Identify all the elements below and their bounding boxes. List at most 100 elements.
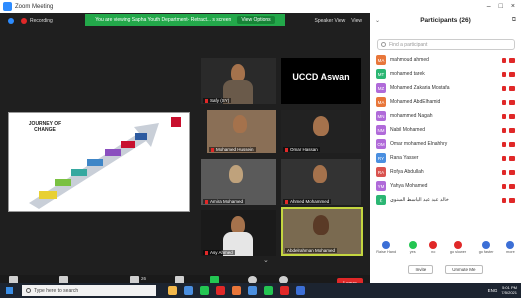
reaction-label: go faster xyxy=(478,250,494,254)
windows-start-icon[interactable] xyxy=(6,287,13,294)
participant-row[interactable]: NM Nabil Mohamed xyxy=(370,123,521,137)
taskbar-app-icon[interactable] xyxy=(184,286,193,295)
participant-row[interactable]: RY Rana Yasser xyxy=(370,151,521,165)
video-off-icon xyxy=(509,85,515,91)
title-bar: Zoom Meeting – □ × xyxy=(0,0,521,13)
language-indicator[interactable]: ENG xyxy=(488,288,498,293)
tile-name: Safy (SY) xyxy=(203,98,232,103)
avatar: MA xyxy=(376,97,386,107)
reaction-button[interactable]: yes xyxy=(408,241,417,254)
view-options-button[interactable]: View Options xyxy=(237,16,275,24)
participants-panel: ⌄ Participants (26) ⧉ Find a participant… xyxy=(370,13,521,283)
taskbar-app-icon[interactable] xyxy=(168,286,177,295)
video-tile[interactable]: Omar Hassan xyxy=(281,110,361,153)
reaction-icon xyxy=(382,241,391,249)
video-tile[interactable]: UCCD Aswan xyxy=(281,58,361,104)
panel-title: Participants (26) xyxy=(420,17,471,24)
microphone-muted-icon xyxy=(502,113,506,119)
taskbar-app-icon[interactable] xyxy=(280,286,289,295)
clock[interactable]: 5:01 PM 7/5/2021 xyxy=(501,285,517,295)
meeting-area: You are viewing Sapha Youth Department- … xyxy=(0,13,370,296)
video-tile[interactable]: Mohamed Hussein xyxy=(207,110,276,153)
participant-status-icons xyxy=(502,99,515,105)
participant-status-icons xyxy=(502,169,515,175)
speaker-view-button[interactable]: Speaker View xyxy=(314,18,345,24)
microphone-muted-icon xyxy=(502,99,506,105)
participant-face xyxy=(313,116,329,136)
video-tile[interactable]: Amira Mohamed xyxy=(201,159,276,205)
video-tile-active-speaker[interactable]: Abdelrahman Mohamed xyxy=(281,207,363,256)
maximize-icon[interactable]: □ xyxy=(499,3,503,10)
tile-name: Ahmed Mohammed xyxy=(283,199,332,204)
participant-row[interactable]: OM Omar mohamed Elnahhry xyxy=(370,137,521,151)
tile-name: Asy Ahmed xyxy=(203,250,235,255)
popout-icon[interactable]: ⧉ xyxy=(512,17,516,24)
participant-face xyxy=(313,165,327,183)
taskbar-apps xyxy=(168,286,305,295)
avatar: YM xyxy=(376,181,386,191)
participant-status-icons xyxy=(502,183,515,189)
participant-row[interactable]: ع خالد عبد عبد الباسط السنوي xyxy=(370,193,521,207)
microphone-muted-icon xyxy=(502,127,506,133)
zoom-logo-icon xyxy=(3,2,12,11)
search-icon xyxy=(26,288,31,293)
close-icon[interactable]: × xyxy=(511,3,515,10)
taskbar-app-icon[interactable] xyxy=(264,286,273,295)
participant-name: Yahya Mohamed xyxy=(390,183,428,189)
screen-share-banner: You are viewing Sapha Youth Department- … xyxy=(85,14,285,26)
participant-name: Rana Yasser xyxy=(390,155,419,161)
taskbar-app-icon[interactable] xyxy=(232,286,241,295)
shared-screen: JOURNEY OF CHANGE xyxy=(8,112,190,212)
reaction-label: more xyxy=(506,250,515,254)
microphone-muted-icon xyxy=(502,85,506,91)
participant-row[interactable]: RA Rofya Abdullah xyxy=(370,165,521,179)
reaction-label: Raise Hand xyxy=(376,250,397,254)
participant-row[interactable]: MT mohamed tarek xyxy=(370,67,521,81)
participant-status-icons xyxy=(502,57,515,63)
taskbar-app-icon[interactable] xyxy=(200,286,209,295)
participant-row[interactable]: MA mahmoud ahmed xyxy=(370,53,521,67)
participant-name: Nabil Mohamed xyxy=(390,127,426,133)
search-placeholder: Find a participant xyxy=(389,41,428,48)
participant-status-icons xyxy=(502,197,515,203)
avatar: ع xyxy=(376,195,386,205)
participant-row[interactable]: MA Mohamed AbdElhamid xyxy=(370,95,521,109)
video-off-icon xyxy=(509,197,515,203)
video-tile[interactable]: Ahmed Mohammed xyxy=(281,159,361,205)
recording-indicator: Recording xyxy=(8,18,53,24)
microphone-muted-icon xyxy=(502,183,506,189)
reaction-button[interactable]: Raise Hand xyxy=(376,241,396,254)
tile-name: Omar Hassan xyxy=(283,147,320,152)
chevron-down-icon[interactable]: ⌄ xyxy=(263,256,269,264)
taskbar-app-icon[interactable] xyxy=(248,286,257,295)
video-tile[interactable]: Safy (SY) xyxy=(201,58,276,104)
reaction-button[interactable]: no xyxy=(429,241,438,254)
reaction-button[interactable]: more xyxy=(506,241,515,254)
system-tray: ENG 5:01 PM 7/5/2021 xyxy=(488,285,517,295)
record-dot-icon xyxy=(21,18,27,24)
participant-row[interactable]: MZ Mohamed Zakaria Mostafa xyxy=(370,81,521,95)
recording-label: Recording xyxy=(30,18,53,24)
journey-arrow-graphic xyxy=(29,123,159,209)
video-tile[interactable]: Asy Ahmed xyxy=(201,210,276,256)
video-off-icon xyxy=(509,183,515,189)
reaction-button[interactable]: go faster xyxy=(478,241,494,254)
search-input[interactable]: Find a participant xyxy=(377,39,515,50)
participant-name: Mohamed Zakaria Mostafa xyxy=(390,85,450,91)
video-off-icon xyxy=(509,141,515,147)
minimize-icon[interactable]: – xyxy=(487,3,491,10)
taskbar-app-icon[interactable] xyxy=(216,286,225,295)
participant-row[interactable]: MN mohammed Nagah xyxy=(370,109,521,123)
invite-button[interactable]: Invite xyxy=(408,265,434,274)
banner-text: You are viewing Sapha Youth Department- … xyxy=(95,17,232,23)
participant-name: Rofya Abdullah xyxy=(390,169,424,175)
view-button[interactable]: View xyxy=(351,18,362,24)
video-off-icon xyxy=(509,169,515,175)
reaction-button[interactable]: go slower xyxy=(450,241,466,254)
taskbar-app-icon[interactable] xyxy=(296,286,305,295)
participant-name: Omar mohamed Elnahhry xyxy=(390,141,448,147)
taskbar-search-input[interactable]: Type here to search xyxy=(22,285,156,296)
unmute-me-button[interactable]: Unmute Me xyxy=(445,265,483,274)
shield-icon xyxy=(8,18,14,24)
participant-row[interactable]: YM Yahya Mohamed xyxy=(370,179,521,193)
